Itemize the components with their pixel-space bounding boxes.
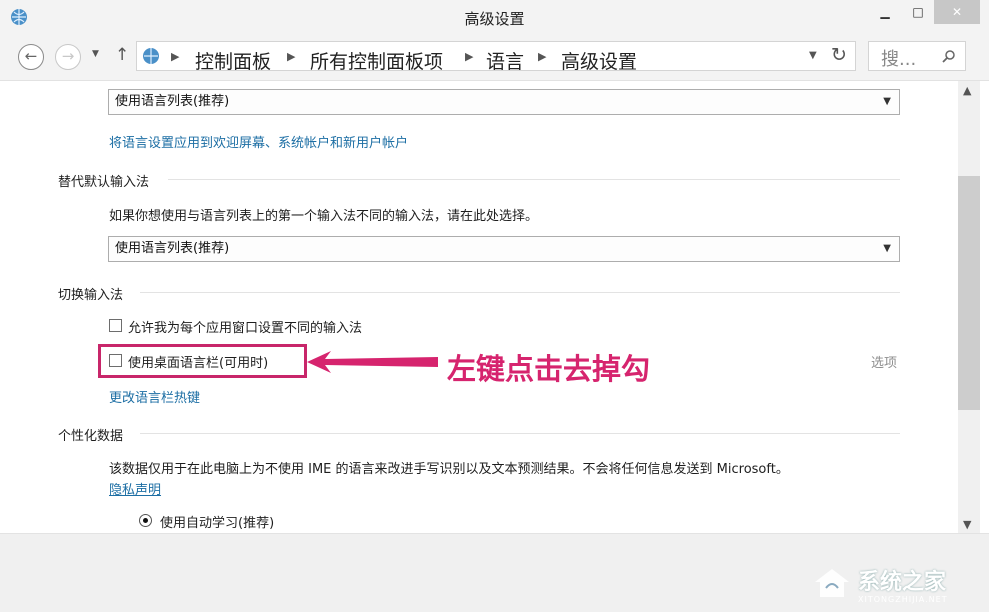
section-divider: [168, 179, 900, 180]
search-icon[interactable]: [941, 49, 957, 65]
override-input-description: 如果你想使用与语言列表上的第一个输入法不同的输入法，请在此处选择。: [109, 209, 539, 224]
personalization-description: 该数据仅用于在此电脑上为不使用 IME 的语言来改进手写识别以及文本预测结果。不…: [109, 462, 789, 477]
settings-content: 使用语言列表(推荐) ▼ 将语言设置应用到欢迎屏幕、系统帐户和新用户帐户 替代默…: [0, 81, 958, 533]
window-title: 高级设置: [464, 10, 525, 28]
display-language-select[interactable]: 使用语言列表(推荐) ▼: [108, 89, 900, 115]
breadcrumb-separator-icon: ▶: [465, 50, 474, 63]
override-input-select-value: 使用语言列表(推荐): [115, 241, 230, 256]
breadcrumb-advanced[interactable]: 高级设置: [561, 47, 637, 74]
breadcrumb-separator-icon: ▶: [538, 50, 547, 63]
watermark-logo-icon: [815, 569, 849, 597]
language-bar-hotkeys-link[interactable]: 更改语言栏热键: [109, 387, 200, 406]
address-dropdown-icon[interactable]: ▼: [809, 50, 817, 61]
scroll-down-icon[interactable]: ▼: [963, 518, 971, 531]
callout-text: 左键点击去掉勾: [447, 352, 651, 386]
apply-welcome-screen-link[interactable]: 将语言设置应用到欢迎屏幕、系统帐户和新用户帐户: [109, 132, 408, 151]
breadcrumb-all-items[interactable]: 所有控制面板项: [310, 47, 443, 74]
watermark-url: XITONGZHIJIA.NET: [858, 595, 948, 604]
override-input-select[interactable]: 使用语言列表(推荐) ▼: [108, 236, 900, 262]
display-language-select-value: 使用语言列表(推荐): [115, 94, 230, 109]
scrollbar-thumb[interactable]: [958, 176, 980, 410]
control-panel-icon: [143, 48, 159, 64]
options-link[interactable]: 选项: [871, 352, 897, 371]
chevron-down-icon[interactable]: ▼: [92, 49, 99, 59]
privacy-statement-link[interactable]: 隐私声明: [109, 479, 161, 498]
refresh-icon[interactable]: ↻: [831, 44, 847, 66]
personalization-heading: 个性化数据: [58, 429, 124, 444]
maximize-icon[interactable]: □: [898, 0, 938, 24]
override-input-heading: 替代默认输入法: [58, 175, 150, 190]
back-arrow-icon[interactable]: ←: [18, 44, 44, 70]
up-arrow-icon[interactable]: ↑: [115, 45, 129, 65]
scroll-up-icon[interactable]: ▲: [963, 84, 971, 97]
per-app-input-checkbox[interactable]: [109, 319, 122, 332]
desktop-language-bar-checkbox[interactable]: [109, 354, 122, 367]
auto-learning-label[interactable]: 使用自动学习(推荐): [160, 512, 274, 531]
chevron-down-icon: ▼: [883, 96, 891, 107]
switch-input-heading: 切换输入法: [58, 288, 124, 303]
per-app-input-label[interactable]: 允许我为每个应用窗口设置不同的输入法: [128, 317, 362, 336]
breadcrumb-separator-icon: ▶: [287, 50, 296, 63]
section-divider: [140, 433, 900, 434]
breadcrumb-control-panel[interactable]: 控制面板: [195, 47, 271, 74]
callout-arrow-icon: [307, 351, 438, 373]
watermark-brand: 系统之家: [858, 570, 947, 595]
search-box[interactable]: 搜...: [868, 41, 966, 71]
address-bar[interactable]: ▶ 控制面板 ▶ 所有控制面板项 ▶ 语言 ▶ 高级设置 ▼ ↻: [136, 41, 856, 74]
breadcrumb-language[interactable]: 语言: [486, 47, 524, 74]
close-icon[interactable]: ✕: [934, 0, 980, 24]
desktop-language-bar-label[interactable]: 使用桌面语言栏(可用时): [128, 352, 268, 371]
chevron-down-icon: ▼: [883, 243, 891, 254]
section-divider: [140, 292, 900, 293]
search-placeholder: 搜...: [881, 49, 917, 70]
forward-arrow-icon[interactable]: →: [55, 44, 81, 70]
breadcrumb-separator-icon: ▶: [171, 50, 180, 63]
auto-learning-radio[interactable]: [139, 514, 152, 527]
title-bar: 高级设置 ▁ □ ✕: [0, 0, 989, 36]
